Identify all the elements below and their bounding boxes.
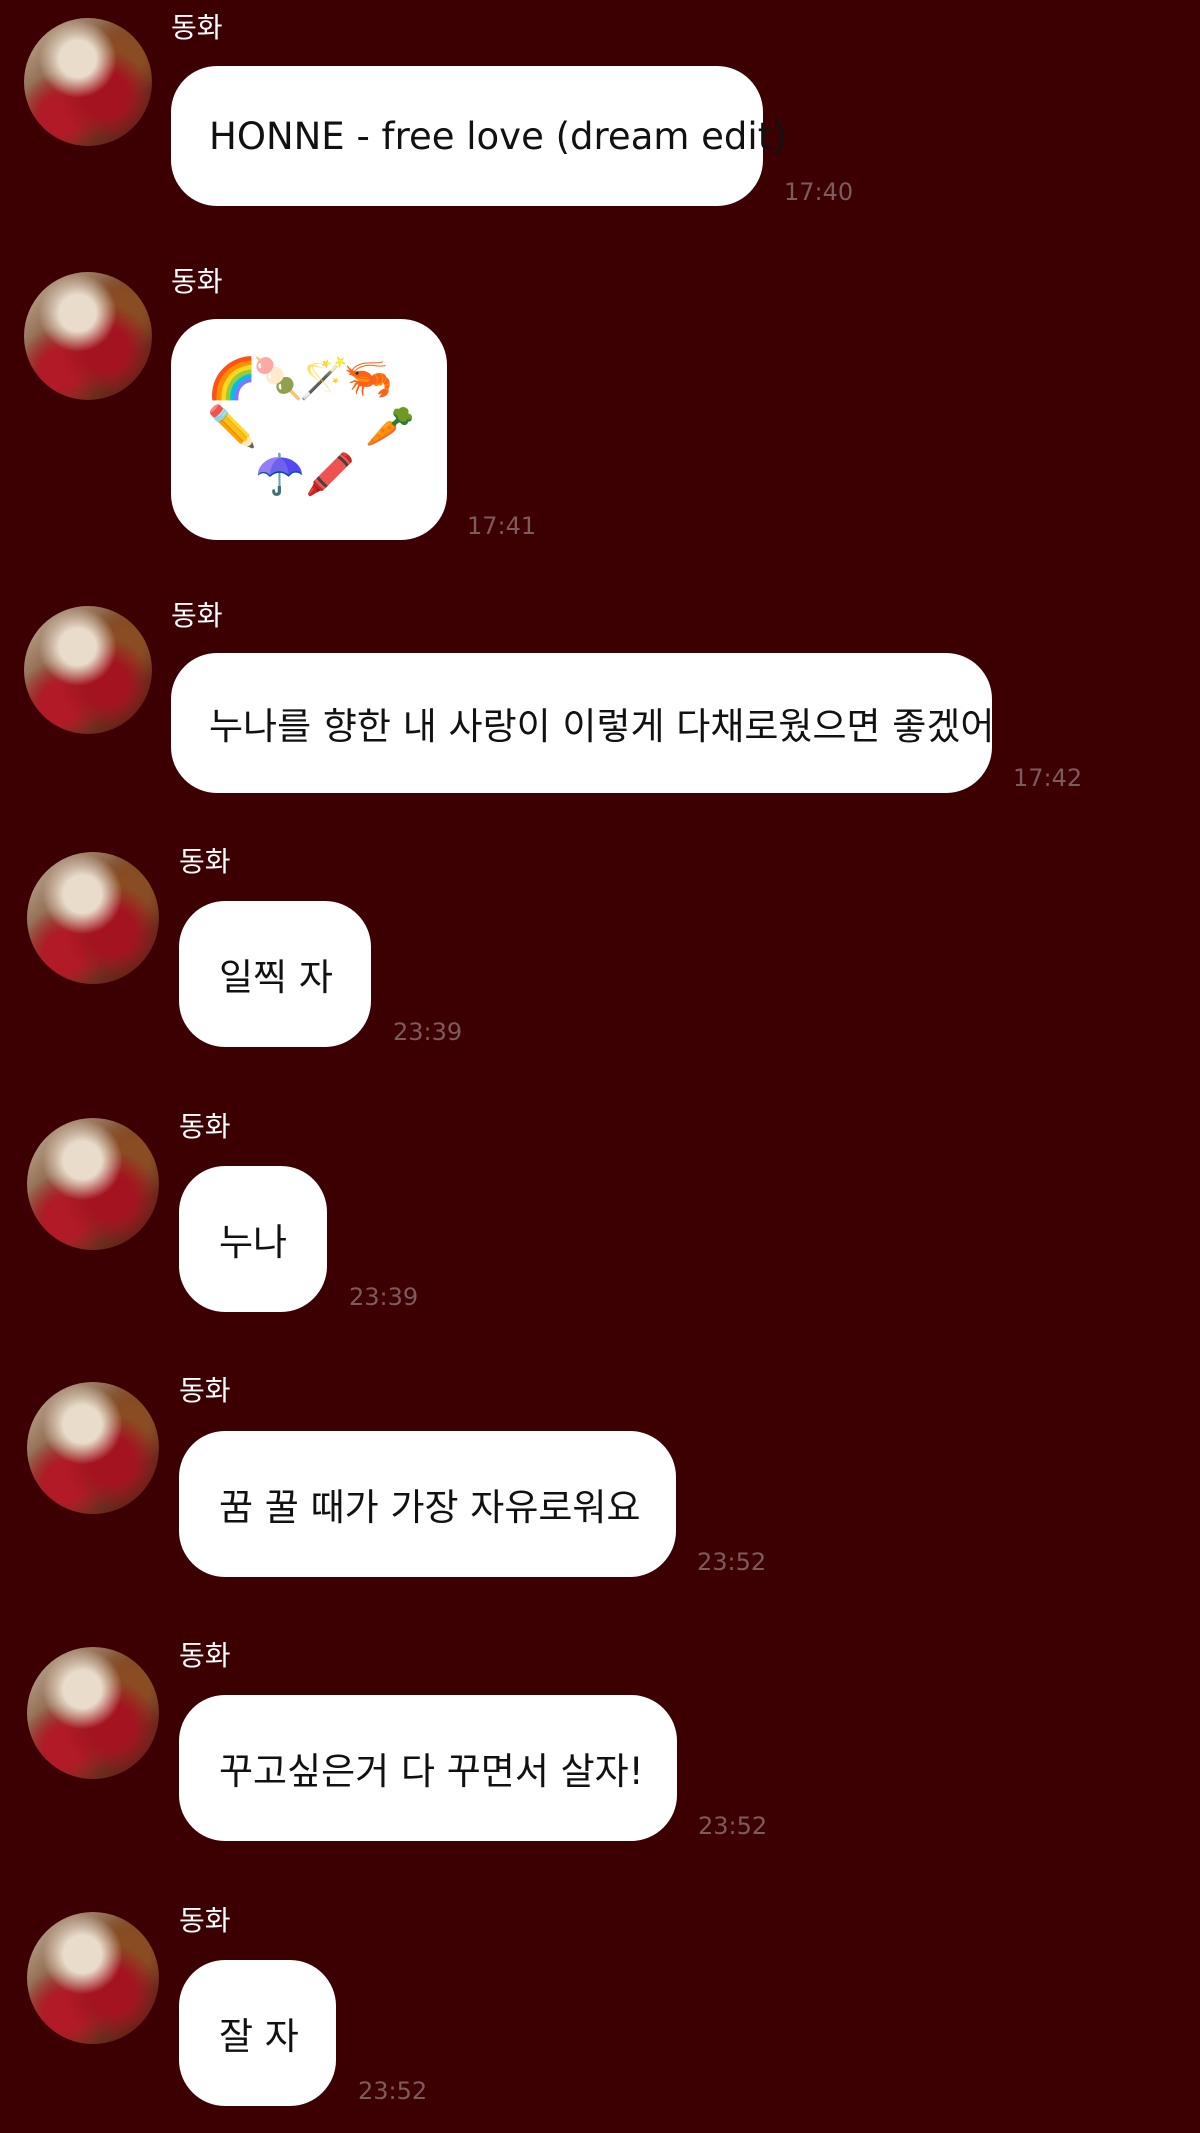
message-bubble[interactable]: 꿈 꿀 때가 가장 자유로워요 <box>179 1431 676 1577</box>
umbrella-emoji: ☂️ <box>255 452 305 498</box>
sender-name: 동화 <box>179 1904 231 1937</box>
message-text: 누나 <box>219 1221 288 1264</box>
sender-name: 동화 <box>179 1374 231 1407</box>
shrimp-emoji: 🦐 <box>343 356 393 402</box>
avatar[interactable] <box>27 852 159 984</box>
message-bubble[interactable]: 누나를 향한 내 사랑이 이렇게 다채로웠으면 좋겠어 <box>171 653 995 793</box>
message-bubble[interactable]: 잘 자 <box>179 1960 336 2106</box>
dango-emoji: 🍡 <box>253 356 303 402</box>
message-time: 17:42 <box>1013 764 1083 792</box>
avatar[interactable] <box>27 1118 159 1250</box>
pencil-emoji: ✏️ <box>207 404 257 450</box>
message-bubble[interactable]: 누나 <box>179 1166 327 1312</box>
sender-name: 동화 <box>179 1110 231 1143</box>
sender-name: 동화 <box>171 265 223 298</box>
message-bubble[interactable]: 꾸고싶은거 다 꾸면서 살자! <box>179 1695 677 1841</box>
message-text: HONNE - free love (dream edit) <box>209 114 787 158</box>
crayon-emoji: 🖍️ <box>305 452 355 498</box>
carrot-emoji: 🥕 <box>365 404 415 450</box>
message-time: 23:39 <box>349 1283 419 1311</box>
emoji-heart: 🌈 🍡 🪄 🦐 ✏️ 🥕 ☂️ 🖍️ <box>171 319 447 540</box>
rainbow-emoji: 🌈 <box>207 356 257 402</box>
message-text: 누나를 향한 내 사랑이 이렇게 다채로웠으면 좋겠어 <box>209 705 995 748</box>
message-time: 23:52 <box>697 1548 767 1576</box>
avatar[interactable] <box>24 606 152 734</box>
message-bubble[interactable]: HONNE - free love (dream edit) <box>171 66 787 206</box>
message-time: 17:40 <box>784 178 854 206</box>
message-text: 꾸고싶은거 다 꾸면서 살자! <box>219 1750 644 1793</box>
avatar[interactable] <box>27 1647 159 1779</box>
avatar[interactable] <box>24 18 152 146</box>
message-bubble[interactable]: 일찍 자 <box>179 901 371 1047</box>
message-text: 잘 자 <box>219 2015 299 2058</box>
emoji-message-bubble[interactable]: 🌈 🍡 🪄 🦐 ✏️ 🥕 ☂️ 🖍️ <box>171 319 447 540</box>
message-time: 23:39 <box>393 1018 463 1046</box>
sender-name: 동화 <box>179 845 231 878</box>
message-time: 23:52 <box>358 2077 428 2105</box>
magic-wand-emoji: 🪄 <box>299 356 349 402</box>
sender-name: 동화 <box>171 11 223 44</box>
avatar[interactable] <box>27 1912 159 2044</box>
sender-name: 동화 <box>179 1639 231 1672</box>
sender-name: 동화 <box>171 599 223 632</box>
message-time: 17:41 <box>467 512 537 540</box>
message-text: 꿈 꿀 때가 가장 자유로워요 <box>219 1486 641 1529</box>
avatar[interactable] <box>24 272 152 400</box>
message-time: 23:52 <box>698 1812 768 1840</box>
message-text: 일찍 자 <box>219 956 333 999</box>
avatar[interactable] <box>27 1382 159 1514</box>
